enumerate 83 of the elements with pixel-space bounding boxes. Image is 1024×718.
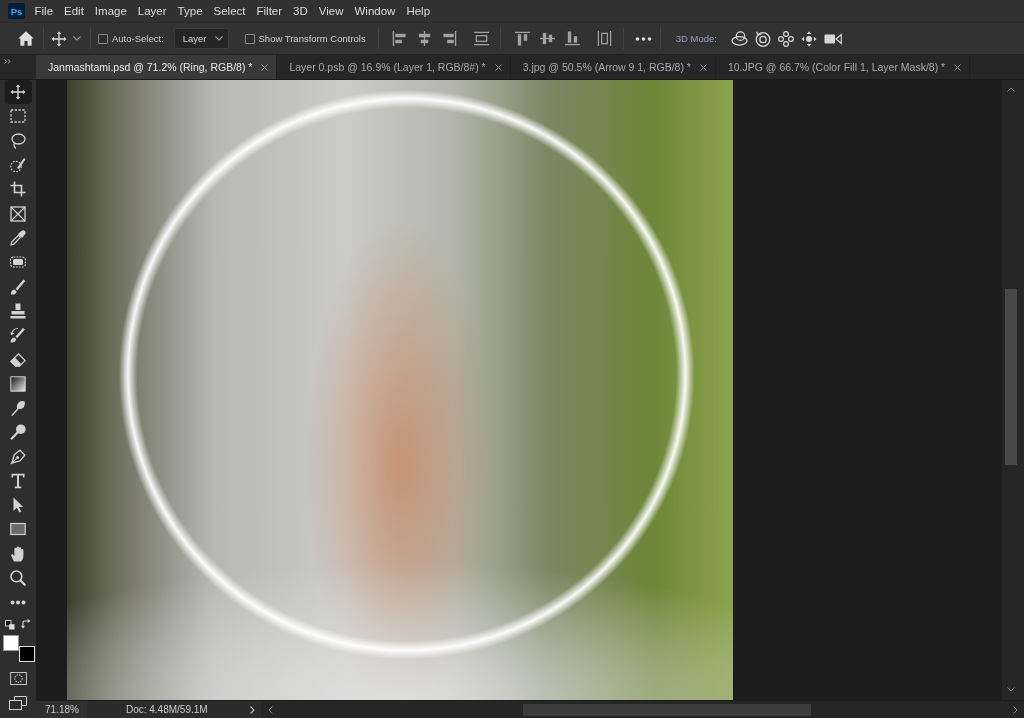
3d-mode-label: 3D Mode: [675, 33, 717, 44]
home-icon[interactable] [18, 31, 34, 46]
frame-icon[interactable] [10, 205, 26, 222]
document-tab[interactable]: Janmashtami.psd @ 71.2% (Ring, RGB/8) * [36, 55, 278, 79]
zoom-icon[interactable] [10, 570, 26, 587]
menu-item[interactable]: Filter [251, 0, 288, 22]
double-chevron-icon[interactable] [4, 59, 11, 64]
menu-item[interactable]: View [313, 0, 349, 22]
layer-dropdown[interactable]: Layer [173, 28, 229, 49]
video-camera-icon[interactable] [823, 32, 842, 45]
menu-item[interactable]: Image [89, 0, 133, 22]
caret-icon [214, 36, 223, 41]
chevron-down-icon[interactable] [1007, 687, 1015, 692]
align-middle-icon[interactable] [539, 31, 555, 46]
foreground-color-swatch[interactable] [3, 634, 19, 651]
chevron-left-icon[interactable] [267, 705, 273, 714]
swap-colors-icon[interactable] [21, 618, 31, 629]
smudge-icon[interactable] [10, 400, 26, 416]
document-tab[interactable]: Layer 0.psb @ 16.9% (Layer 1, RGB/8#) * [277, 55, 511, 79]
distribute-horizontal-icon[interactable] [596, 31, 612, 46]
document-size-text: Doc: 4.48M/59.1M [125, 704, 208, 715]
menu-item[interactable]: Window [349, 0, 401, 22]
pan-icon[interactable] [777, 30, 794, 47]
gradient-icon[interactable] [10, 375, 26, 392]
close-icon[interactable] [494, 63, 502, 71]
menu-item[interactable]: Help [400, 0, 436, 22]
default-colors-icon[interactable] [5, 619, 15, 630]
vertical-scrollbar[interactable] [1002, 80, 1024, 700]
menu-item[interactable]: 3D [287, 0, 314, 22]
history-brush-icon[interactable] [10, 327, 26, 344]
crop-icon[interactable] [10, 181, 26, 198]
align-left-icon[interactable] [391, 31, 407, 46]
hand-icon[interactable] [10, 545, 26, 562]
eyedropper-icon[interactable] [10, 229, 26, 246]
document-tab[interactable]: 3.jpg @ 50.5% (Arrow 9 1, RGB/8) * [510, 55, 716, 79]
caret-icon[interactable] [73, 36, 81, 41]
close-icon[interactable] [699, 63, 707, 71]
tool-button[interactable] [4, 80, 32, 105]
dodge-icon[interactable] [10, 424, 26, 441]
screen-mode-icon[interactable] [9, 695, 27, 710]
menu-item[interactable]: Type [172, 0, 209, 22]
auto-select-label: Auto-Select: [112, 33, 164, 44]
dashed-rectangle-icon[interactable] [10, 108, 26, 125]
move-icon[interactable] [10, 84, 26, 101]
type-tool-icon[interactable] [10, 472, 26, 489]
distribute-vertical-icon[interactable] [473, 31, 489, 46]
align-bottom-icon[interactable] [564, 31, 580, 46]
auto-select-checkbox[interactable] [98, 33, 108, 44]
slide-icon[interactable] [800, 30, 817, 47]
stamp-icon[interactable] [10, 302, 26, 319]
background-color-swatch[interactable] [19, 645, 35, 662]
menu-item[interactable]: File [29, 0, 59, 22]
quick-selection-icon[interactable] [10, 157, 26, 174]
align-top-icon[interactable] [514, 31, 530, 46]
align-center-icon[interactable] [416, 31, 432, 46]
orbit-icon[interactable] [730, 31, 748, 46]
transform-controls-checkbox[interactable] [244, 33, 255, 44]
chevron-right-icon[interactable] [249, 705, 255, 714]
chevron-up-icon[interactable] [1007, 87, 1015, 92]
close-icon[interactable] [261, 63, 269, 71]
scrollbar-thumb[interactable] [1005, 289, 1017, 465]
roll-icon[interactable] [754, 30, 771, 47]
eraser-icon[interactable] [10, 351, 26, 368]
transform-controls-label: Show Transform Controls [258, 33, 366, 44]
more-icon[interactable] [10, 599, 26, 605]
app-logo: Ps [8, 3, 25, 19]
lasso-icon[interactable] [10, 132, 26, 149]
chevron-right-icon[interactable] [1013, 705, 1018, 714]
pen-icon[interactable] [10, 448, 26, 465]
close-icon[interactable] [954, 63, 962, 71]
menu-item[interactable]: Edit [58, 0, 90, 22]
quick-mask-icon[interactable] [9, 672, 27, 686]
menu-item[interactable]: Select [208, 0, 251, 22]
document-tab[interactable]: 10.JPG @ 66.7% (Color Fill 1, Layer Mask/8) * [715, 55, 971, 79]
brush-icon[interactable] [10, 278, 26, 295]
align-right-icon[interactable] [441, 31, 457, 46]
menu-item[interactable]: Layer [132, 0, 173, 22]
move-icon[interactable] [51, 30, 67, 47]
more-options-icon[interactable] [634, 36, 652, 41]
bandage-icon[interactable] [10, 254, 26, 271]
zoom-field[interactable]: 71.18% [36, 701, 87, 718]
horizontal-scrollbar[interactable] [260, 701, 1024, 718]
rectangle-icon[interactable] [10, 521, 26, 538]
